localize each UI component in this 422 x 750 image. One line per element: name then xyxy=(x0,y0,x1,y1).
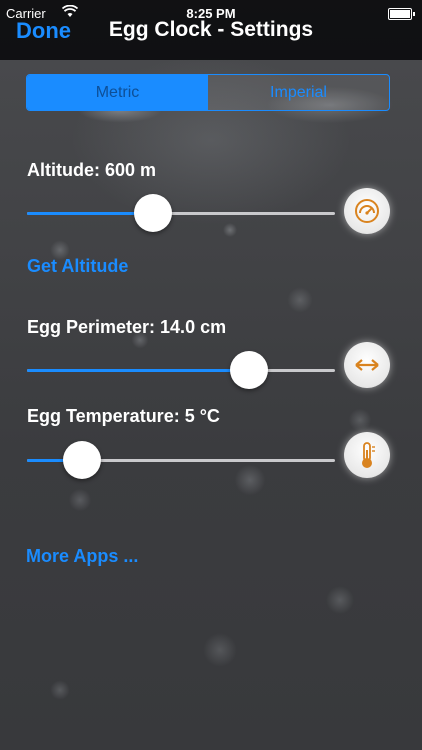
temperature-label: Egg Temperature: 5 °C xyxy=(27,406,220,427)
segment-metric[interactable]: Metric xyxy=(27,75,208,110)
page-title: Egg Clock - Settings xyxy=(0,18,422,42)
temperature-icon-button[interactable] xyxy=(344,432,390,478)
thermometer-icon xyxy=(356,440,378,470)
horizontal-arrows-icon xyxy=(352,355,382,375)
more-apps-link[interactable]: More Apps ... xyxy=(26,546,138,567)
get-altitude-link[interactable]: Get Altitude xyxy=(27,256,128,277)
altitude-label: Altitude: 600 m xyxy=(27,160,156,181)
speedometer-icon xyxy=(353,197,381,225)
perimeter-icon-button[interactable] xyxy=(344,342,390,388)
perimeter-slider-fill xyxy=(27,369,249,372)
perimeter-slider-thumb[interactable] xyxy=(230,351,268,389)
temperature-slider[interactable] xyxy=(27,459,335,462)
altitude-slider-thumb[interactable] xyxy=(134,194,172,232)
navigation-bar: Carrier 8:25 PM Done Egg Clock - Setting… xyxy=(0,0,422,60)
segment-imperial[interactable]: Imperial xyxy=(208,75,389,110)
altitude-icon-button[interactable] xyxy=(344,188,390,234)
perimeter-label: Egg Perimeter: 14.0 cm xyxy=(27,317,226,338)
perimeter-slider[interactable] xyxy=(27,369,335,372)
units-segmented-control: Metric Imperial xyxy=(26,74,390,111)
altitude-slider[interactable] xyxy=(27,212,335,215)
